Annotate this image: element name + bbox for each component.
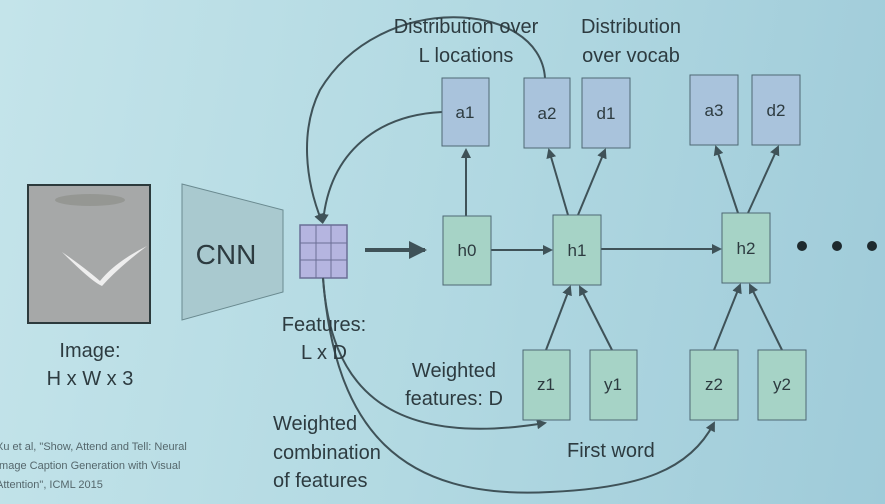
cnn-label: CNN <box>196 239 257 270</box>
node-h2-label: h2 <box>737 239 756 258</box>
node-a3-label: a3 <box>705 101 724 120</box>
features-label-line2: L x D <box>301 342 347 364</box>
node-d2-label: d2 <box>767 101 786 120</box>
dist-vocab-line1: Distribution <box>581 16 681 38</box>
dist-locations-line1: Distribution over <box>394 16 539 38</box>
citation-line2: Image Caption Generation with Visual <box>0 460 180 472</box>
weighted-combination-line3: of features <box>273 470 368 492</box>
features-label-line1: Features: <box>282 314 366 336</box>
dist-locations-line2: L locations <box>419 45 514 67</box>
output-boxes: a1 a2 d1 a3 d2 <box>441 74 801 149</box>
node-a1-label: a1 <box>456 103 475 122</box>
ellipsis-dots <box>797 241 877 251</box>
image-label-line1: Image: <box>59 340 120 362</box>
first-word-label: First word <box>567 440 655 462</box>
citation-line1: Xu et al, "Show, Attend and Tell: Neural <box>0 441 187 453</box>
node-d1-label: d1 <box>597 104 616 123</box>
node-h0-label: h0 <box>458 241 477 260</box>
input-image <box>27 184 151 324</box>
node-y1-label: y1 <box>604 375 622 394</box>
node-z1-label: z1 <box>537 375 555 394</box>
node-y2-label: y2 <box>773 375 791 394</box>
node-h1-label: h1 <box>568 241 587 260</box>
node-z2-label: z2 <box>705 375 723 394</box>
citation-line3: Attention", ICML 2015 <box>0 479 103 491</box>
weighted-combination-line2: combination <box>273 442 381 464</box>
image-label-line2: H x W x 3 <box>47 368 134 390</box>
dist-vocab-line2: over vocab <box>582 45 680 67</box>
diagram: CNN a1 a2 d1 a3 d2 h0 h1 h2 z1 y1 z2 y2 … <box>0 16 877 494</box>
weighted-combination-line1: Weighted <box>273 413 357 435</box>
feature-grid <box>299 224 348 279</box>
weighted-features-line2: features: D <box>405 388 503 410</box>
weighted-features-line1: Weighted <box>412 360 496 382</box>
node-a2-label: a2 <box>538 104 557 123</box>
